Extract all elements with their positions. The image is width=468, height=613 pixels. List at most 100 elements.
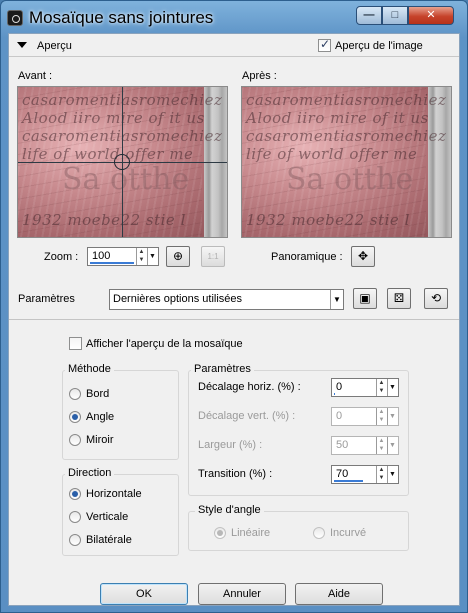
- stepper-up-icon[interactable]: ▲: [377, 437, 386, 445]
- transition-level-bar: [334, 480, 363, 482]
- presets-label: Paramètres: [18, 293, 75, 305]
- zoom-input[interactable]: 100 ▲ ▼ ▼: [87, 247, 159, 266]
- horizontal-offset-stepper[interactable]: ▲ ▼: [376, 379, 386, 396]
- mosaic-preview-checkbox[interactable]: [69, 337, 82, 350]
- direction-vertical-radio[interactable]: [69, 511, 81, 523]
- stepper-down-icon[interactable]: ▼: [377, 474, 386, 482]
- move-arrows-icon: ✥: [357, 249, 369, 263]
- save-preset-button[interactable]: ▣: [353, 288, 377, 309]
- direction-bilateral-radio[interactable]: [69, 534, 81, 546]
- zoom-dropdown-arrow-icon[interactable]: ▼: [147, 248, 157, 265]
- dialog-window: Mosaïque sans jointures — □ ✕ Aperçu Ape…: [0, 0, 468, 613]
- zoom-value: 100: [92, 250, 111, 262]
- method-angle-label[interactable]: Angle: [86, 411, 114, 423]
- parameters-group-title: Paramètres: [191, 363, 254, 375]
- preview-text-line: 1932 moebe22 stie l: [246, 211, 410, 229]
- section-divider: [9, 319, 459, 320]
- dropdown-arrow-icon[interactable]: ▼: [387, 379, 397, 396]
- vertical-offset-input[interactable]: 0 ▲ ▼ ▼: [331, 407, 399, 426]
- method-edge-label[interactable]: Bord: [86, 388, 109, 400]
- image-preview-checkbox[interactable]: [318, 37, 331, 52]
- corner-linear-label[interactable]: Linéaire: [231, 527, 270, 539]
- width-value: 50: [336, 439, 349, 451]
- direction-vertical-label[interactable]: Verticale: [86, 511, 128, 523]
- stepper-down-icon[interactable]: ▼: [137, 256, 146, 264]
- camera-app-icon: [7, 10, 23, 26]
- vertical-offset-value: 0: [336, 410, 343, 422]
- pan-button[interactable]: ✥: [351, 246, 375, 267]
- dropdown-arrow-icon[interactable]: ▼: [387, 408, 397, 425]
- corner-linear-radio[interactable]: [214, 527, 226, 539]
- minimize-button[interactable]: —: [356, 6, 382, 25]
- preview-text-line: Alood iiro mire of it us: [246, 109, 429, 127]
- crosshair-circle-icon[interactable]: [114, 154, 130, 170]
- preview-text-line: life of world offer me: [246, 145, 418, 163]
- presets-dropdown[interactable]: Dernières options utilisées ▼: [109, 289, 344, 310]
- mosaic-preview-label[interactable]: Afficher l'aperçu de la mosaïque: [86, 338, 243, 350]
- ok-button[interactable]: OK: [100, 583, 188, 605]
- after-preview-image[interactable]: casaromentiasromechiez Alood iiro mire o…: [241, 86, 452, 238]
- close-button[interactable]: ✕: [408, 6, 454, 25]
- dropdown-arrow-icon[interactable]: ▼: [387, 466, 397, 483]
- method-group-title: Méthode: [65, 363, 114, 375]
- preview-toggle-label[interactable]: Aperçu: [37, 40, 72, 52]
- stepper-up-icon[interactable]: ▲: [137, 248, 146, 256]
- vertical-offset-stepper[interactable]: ▲ ▼: [376, 408, 386, 425]
- image-preview-label[interactable]: Aperçu de l'image: [335, 40, 423, 52]
- zoom-to-fit-button[interactable]: ⊕: [166, 246, 190, 267]
- reset-icon: ⟲: [430, 291, 442, 305]
- preview-text-line: Alood iiro mire of it us: [22, 109, 205, 127]
- stepper-up-icon[interactable]: ▲: [377, 379, 386, 387]
- zoom-stepper[interactable]: ▲ ▼: [136, 248, 146, 265]
- direction-bilateral-label[interactable]: Bilatérale: [86, 534, 132, 546]
- horizontal-offset-input[interactable]: 0 ▲ ▼ ▼: [331, 378, 399, 397]
- method-mirror-radio[interactable]: [69, 434, 81, 446]
- cancel-button[interactable]: Annuler: [198, 583, 286, 605]
- method-angle-radio[interactable]: [69, 411, 81, 423]
- horizontal-offset-bar: [334, 393, 335, 395]
- transition-value: 70: [336, 468, 349, 480]
- preview-text-line: 1932 moebe22 stie l: [22, 211, 186, 229]
- corner-curved-radio[interactable]: [313, 527, 325, 539]
- direction-group-title: Direction: [65, 467, 115, 479]
- preview-text-line: casaromentiasromechiez: [246, 127, 447, 145]
- horizontal-offset-value: 0: [336, 381, 343, 393]
- stepper-up-icon[interactable]: ▲: [377, 408, 386, 416]
- dice-icon: ⚄: [393, 291, 405, 305]
- direction-horizontal-radio[interactable]: [69, 488, 81, 500]
- zoom-fit-icon: ⊕: [172, 249, 184, 263]
- corner-curved-label[interactable]: Incurvé: [330, 527, 366, 539]
- zoom-label: Zoom :: [44, 251, 79, 263]
- presets-selected-value: Dernières options utilisées: [113, 293, 243, 305]
- stepper-down-icon[interactable]: ▼: [377, 416, 386, 424]
- width-stepper[interactable]: ▲ ▼: [376, 437, 386, 454]
- pan-label: Panoramique :: [271, 251, 343, 263]
- dropdown-arrow-icon[interactable]: ▼: [330, 290, 343, 309]
- actual-size-button[interactable]: 1:1: [201, 246, 225, 267]
- help-button[interactable]: Aide: [295, 583, 383, 605]
- transition-input[interactable]: 70 ▲ ▼ ▼: [331, 465, 399, 484]
- dropdown-arrow-icon[interactable]: ▼: [387, 437, 397, 454]
- width-input[interactable]: 50 ▲ ▼ ▼: [331, 436, 399, 455]
- after-label: Après :: [242, 70, 277, 82]
- width-label: Largeur (%) :: [198, 439, 263, 451]
- transition-stepper[interactable]: ▲ ▼: [376, 466, 386, 483]
- stepper-down-icon[interactable]: ▼: [377, 445, 386, 453]
- method-edge-radio[interactable]: [69, 388, 81, 400]
- randomize-button[interactable]: ⚄: [387, 288, 411, 309]
- vertical-offset-label: Décalage vert. (%) :: [198, 410, 296, 422]
- before-label: Avant :: [18, 70, 53, 82]
- corner-style-group-title: Style d'angle: [195, 504, 264, 516]
- maximize-button[interactable]: □: [382, 6, 408, 25]
- reset-button[interactable]: ⟲: [424, 288, 448, 309]
- save-disk-icon: ▣: [359, 291, 371, 305]
- stepper-up-icon[interactable]: ▲: [377, 466, 386, 474]
- collapse-triangle-icon[interactable]: [17, 42, 27, 48]
- method-mirror-label[interactable]: Miroir: [86, 434, 114, 446]
- preview-text-line: life of world offer me: [22, 145, 194, 163]
- before-preview-image[interactable]: casaromentiasromechiez Alood iiro mire o…: [17, 86, 228, 238]
- stepper-down-icon[interactable]: ▼: [377, 387, 386, 395]
- direction-horizontal-label[interactable]: Horizontale: [86, 488, 142, 500]
- title-bar[interactable]: Mosaïque sans jointures — □ ✕: [1, 1, 467, 35]
- transition-label: Transition (%) :: [198, 468, 273, 480]
